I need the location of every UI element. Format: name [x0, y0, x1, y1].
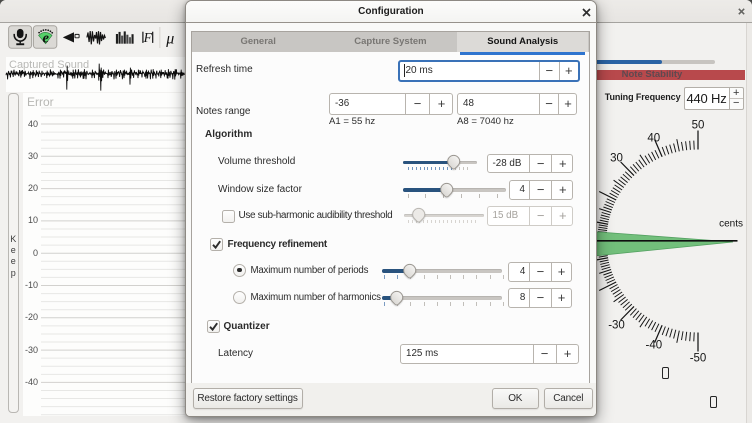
svg-text:F: F	[143, 30, 153, 45]
svg-text:-50: -50	[690, 353, 707, 365]
svg-text:50: 50	[692, 120, 705, 132]
svg-text:40: 40	[647, 133, 660, 145]
svg-text:e: e	[42, 30, 49, 46]
svg-text:-30: -30	[608, 319, 625, 331]
svg-text:-40: -40	[645, 340, 662, 352]
svg-text:cents: cents	[719, 219, 743, 230]
svg-text:μ: μ	[165, 30, 174, 47]
svg-text:30: 30	[610, 153, 623, 165]
